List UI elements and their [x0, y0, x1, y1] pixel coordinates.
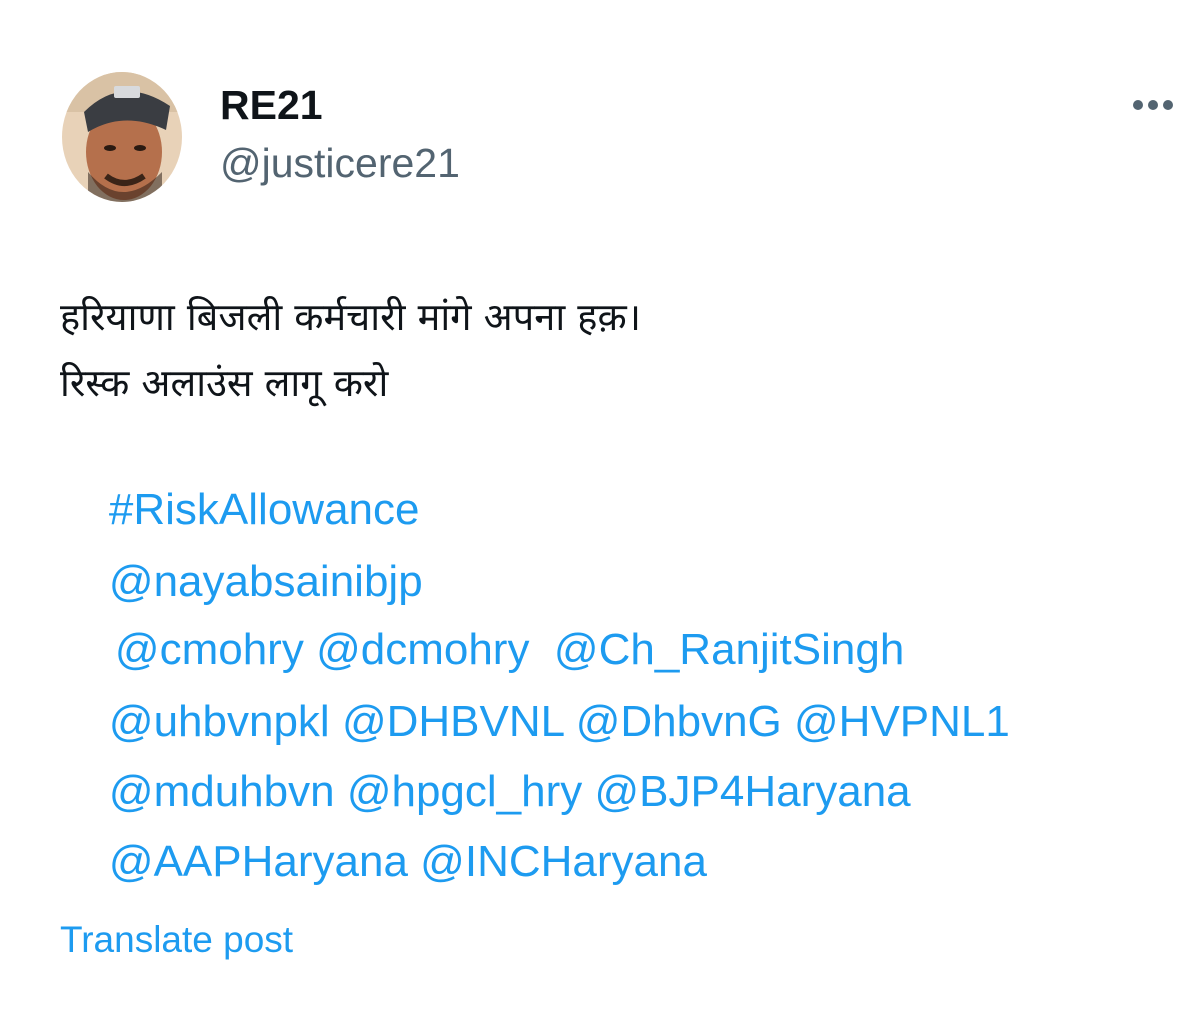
avatar-image [62, 72, 182, 202]
post-text-line: रिस्क अलाउंस लागू करो [60, 361, 389, 405]
user-handle[interactable]: @justicere21 [220, 138, 460, 188]
mention-link[interactable]: @INCHaryana [420, 837, 707, 886]
translate-post-link[interactable]: Translate post [60, 916, 293, 964]
more-options-icon[interactable] [1128, 90, 1178, 120]
post-text-line: हरियाणा बिजली कर्मचारी मांगे अपना हक़। [60, 295, 642, 339]
display-name[interactable]: RE21 [220, 80, 323, 130]
tweet-post: RE21 @justicere21 हरियाणा बिजली कर्मचारी… [0, 0, 1200, 1014]
avatar[interactable] [62, 72, 182, 202]
mention-link[interactable]: @AAPHaryana [109, 837, 408, 886]
